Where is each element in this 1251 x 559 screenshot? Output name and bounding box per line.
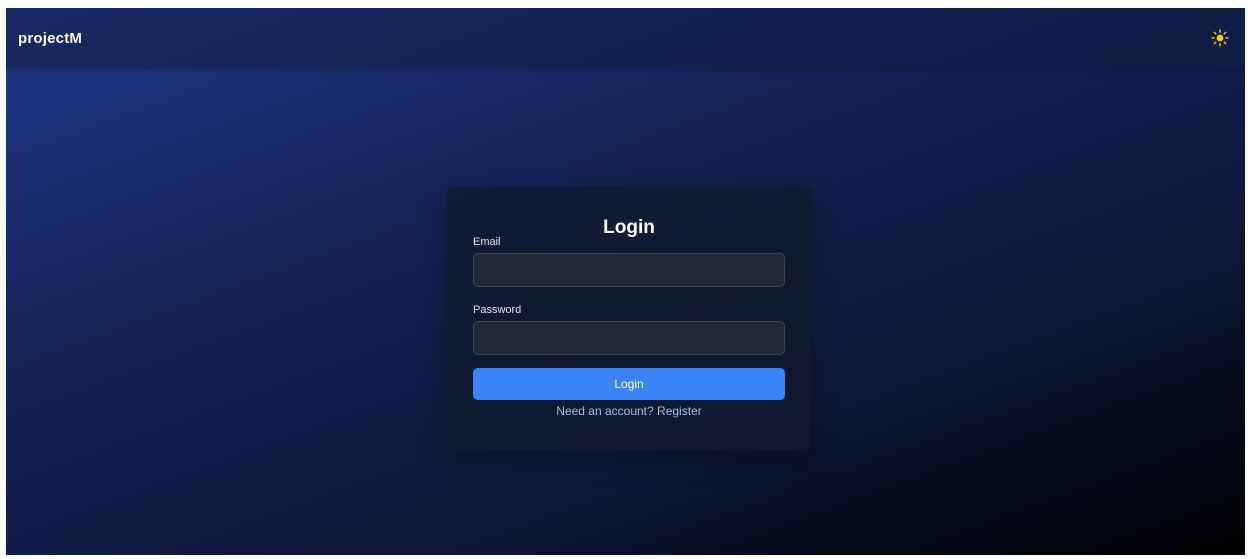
login-title: Login: [603, 217, 655, 238]
password-label: Password: [473, 304, 522, 316]
register-link[interactable]: Need an account? Register: [556, 404, 701, 418]
login-button[interactable]: Login: [473, 368, 785, 400]
app-window: projectM Login Email Password Login Need…: [6, 8, 1245, 555]
brand-logo[interactable]: projectM: [18, 30, 82, 47]
password-input[interactable]: [473, 321, 785, 355]
theme-toggle-button[interactable]: [1209, 27, 1231, 49]
login-card: Login Email Password Login Need an accou…: [447, 187, 811, 451]
register-row: Need an account? Register: [473, 404, 785, 419]
top-navbar: projectM: [6, 8, 1245, 68]
email-input[interactable]: [473, 253, 785, 287]
sun-icon: [1211, 29, 1229, 47]
